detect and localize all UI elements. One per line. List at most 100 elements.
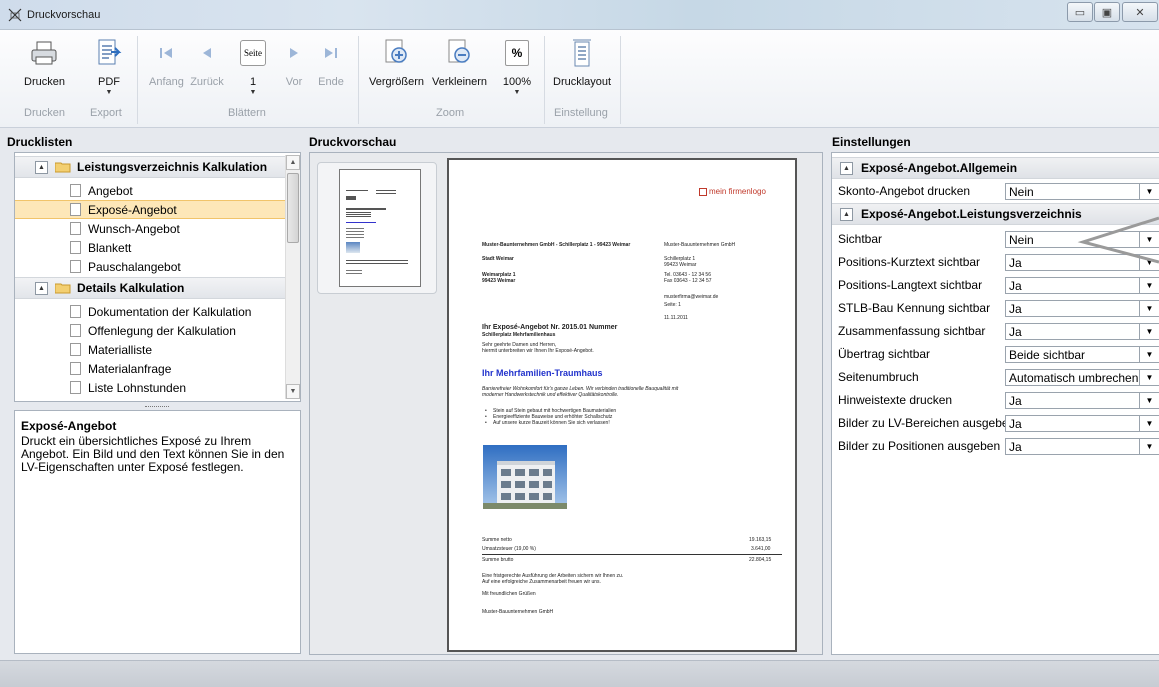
dropdown-arrow-icon: ▼ [513, 89, 521, 96]
zoom-in-icon [385, 39, 407, 63]
setting-select[interactable]: Ja ▼ [1005, 415, 1159, 432]
setting-select[interactable]: Automatisch umbrechen ▼ [1005, 369, 1159, 386]
page-number-selector[interactable]: Seite 1 ▼ [236, 34, 270, 96]
scroll-down-icon[interactable]: ▼ [286, 384, 300, 399]
dropdown-arrow-icon[interactable]: ▼ [1139, 324, 1159, 339]
print-layout-button[interactable]: Drucklayout [553, 34, 611, 88]
tree-group-details-kalkulation[interactable]: ▲ Details Kalkulation [15, 277, 295, 299]
setting-select[interactable]: Ja ▼ [1005, 323, 1159, 340]
collapse-icon[interactable]: ▲ [35, 160, 48, 174]
setting-uebertrag[interactable]: Übertrag sichtbar Beide sichtbar ▼ [832, 343, 1159, 366]
folder-icon [55, 283, 71, 294]
description-title: Exposé-Angebot [21, 419, 117, 433]
druckvorschau-title: Druckvorschau [309, 135, 397, 149]
settings-group-allgemein[interactable]: ▲ Exposé-Angebot.Allgemein [832, 157, 1159, 179]
close-button[interactable]: ✕ [1122, 2, 1158, 22]
folder-icon [55, 162, 71, 173]
document-icon [70, 381, 81, 394]
setting-hinweistexte[interactable]: Hinweistexte drucken Ja ▼ [832, 389, 1159, 412]
next-page-button[interactable]: Vor [277, 34, 311, 88]
setting-select[interactable]: Ja ▼ [1005, 300, 1159, 317]
tree-item-offenlegung[interactable]: Offenlegung der Kalkulation [15, 321, 295, 340]
group-label-blaettern: Blättern [228, 107, 266, 119]
preview-page: mein firmenlogo Muster-Baunternehmen Gmb… [447, 158, 797, 652]
setting-select[interactable]: Beide sichtbar ▼ [1005, 346, 1159, 363]
setting-seitenumbruch[interactable]: Seitenumbruch Automatisch umbrechen ▼ [832, 366, 1159, 389]
setting-select[interactable]: Ja ▼ [1005, 438, 1159, 455]
pdf-export-icon [98, 39, 122, 65]
dropdown-arrow-icon: ▼ [105, 89, 113, 96]
drucklisten-title: Drucklisten [7, 135, 73, 149]
ribbon: Drucken PDF ▼ Anfang Zurück Seite 1 ▼ Vo… [0, 30, 1159, 128]
page-icon: Seite [240, 40, 266, 66]
company-logo: mein firmenlogo [709, 187, 766, 196]
group-label-einstellung: Einstellung [554, 107, 608, 119]
tree-item-blankett[interactable]: Blankett [15, 238, 295, 257]
setting-select[interactable]: Ja ▼ [1005, 277, 1159, 294]
page-thumbnail[interactable] [317, 162, 437, 294]
tree-item-materialliste[interactable]: Materialliste [15, 340, 295, 359]
setting-zusammenfassung[interactable]: Zusammenfassung sichtbar Ja ▼ [832, 320, 1159, 343]
zoom-out-button[interactable]: Verkleinern [432, 34, 487, 88]
zoom-out-icon [448, 39, 470, 63]
setting-bilder-lv-bereiche[interactable]: Bilder zu LV-Bereichen ausgeber Ja ▼ [832, 412, 1159, 435]
dropdown-arrow-icon[interactable]: ▼ [1139, 347, 1159, 362]
tree-item-liste-lohnstunden[interactable]: Liste Lohnstunden [15, 378, 295, 397]
tree-item-materialanfrage[interactable]: Materialanfrage [15, 359, 295, 378]
setting-select[interactable]: Ja ▼ [1005, 392, 1159, 409]
document-icon [70, 203, 81, 216]
print-layout-icon [573, 39, 592, 67]
collapse-icon[interactable]: ▲ [840, 161, 853, 175]
collapse-icon[interactable]: ▲ [35, 281, 48, 295]
first-page-button[interactable]: Anfang [149, 34, 184, 88]
tree-item-expose-angebot[interactable]: Exposé-Angebot [15, 200, 295, 219]
minimize-icon: ▭ [1074, 6, 1086, 19]
zoom-in-button[interactable]: Vergrößern [369, 34, 424, 88]
percent-icon: % [505, 40, 529, 66]
setting-stlb-bau[interactable]: STLB-Bau Kennung sichtbar Ja ▼ [832, 297, 1159, 320]
tree-item-angebot[interactable]: Angebot [15, 181, 295, 200]
dropdown-arrow-icon[interactable]: ▼ [1139, 184, 1159, 199]
tree-item-dokumentation[interactable]: Dokumentation der Kalkulation [15, 302, 295, 321]
group-label-drucken: Drucken [24, 107, 65, 119]
zoom-level-selector[interactable]: % 100% ▼ [500, 34, 534, 96]
tree-scrollbar[interactable]: ▲ ▼ [285, 155, 300, 399]
status-bar [0, 660, 1159, 687]
scroll-up-icon[interactable]: ▲ [286, 155, 300, 170]
dropdown-arrow-icon[interactable]: ▼ [1139, 439, 1159, 454]
scroll-thumb[interactable] [287, 173, 299, 243]
document-icon [70, 343, 81, 356]
last-page-icon [325, 48, 337, 58]
tree-item-pauschalangebot[interactable]: Pauschalangebot [15, 257, 295, 276]
dropdown-arrow-icon[interactable]: ▼ [1139, 370, 1159, 385]
pdf-export-button[interactable]: PDF ▼ [92, 34, 126, 96]
minimize-button[interactable]: ▭ [1067, 2, 1093, 22]
dropdown-arrow-icon[interactable]: ▼ [1139, 301, 1159, 316]
previous-page-button[interactable]: Zurück [190, 34, 224, 88]
window-title: Druckvorschau [27, 9, 101, 21]
maximize-button[interactable]: ▣ [1094, 2, 1120, 22]
collapse-icon[interactable]: ▲ [840, 207, 853, 221]
last-page-button[interactable]: Ende [314, 34, 348, 88]
setting-select[interactable]: Nein ▼ [1005, 183, 1159, 200]
document-icon [70, 305, 81, 318]
printer-icon [31, 41, 57, 65]
preview-area: mein firmenlogo Muster-Baunternehmen Gmb… [309, 152, 823, 655]
dropdown-arrow-icon[interactable]: ▼ [1139, 278, 1159, 293]
next-page-icon [290, 48, 298, 58]
tree-item-wunsch-angebot[interactable]: Wunsch-Angebot [15, 219, 295, 238]
dropdown-arrow-icon: ▼ [249, 89, 257, 96]
setting-skonto-angebot[interactable]: Skonto-Angebot drucken Nein ▼ [832, 180, 1159, 203]
print-list-tree: ▲ Leistungsverzeichnis Kalkulation Angeb… [14, 152, 301, 402]
setting-bilder-positionen[interactable]: Bilder zu Positionen ausgeben Ja ▼ [832, 435, 1159, 458]
setting-langtext[interactable]: Positions-Langtext sichtbar Ja ▼ [832, 274, 1159, 297]
dropdown-arrow-icon[interactable]: ▼ [1139, 393, 1159, 408]
splitter-handle[interactable] [145, 406, 169, 408]
einstellungen-title: Einstellungen [832, 135, 911, 149]
building-photo [483, 445, 567, 509]
title-bar: Druckvorschau ▭ ▣ ✕ [0, 0, 1159, 30]
print-button[interactable]: Drucken [24, 34, 65, 88]
document-icon [70, 184, 81, 197]
dropdown-arrow-icon[interactable]: ▼ [1139, 416, 1159, 431]
tree-group-leistungsverzeichnis[interactable]: ▲ Leistungsverzeichnis Kalkulation [15, 156, 295, 178]
